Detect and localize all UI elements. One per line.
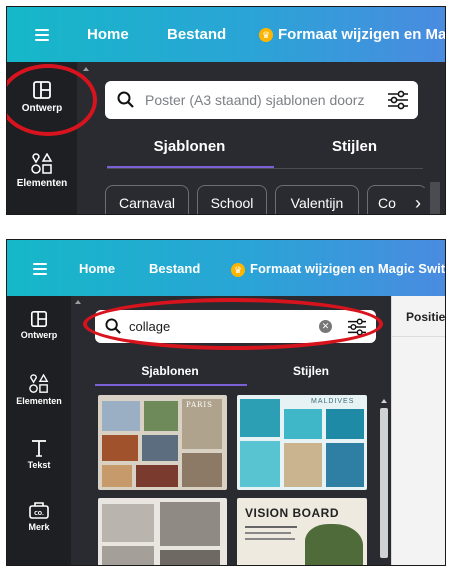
thumbnail-title: MALDIVES <box>311 398 355 405</box>
template-thumbnail-vision-board[interactable]: VISION BOARD <box>237 498 367 565</box>
resize-label: Formaat wijzigen en Magic Switch <box>250 261 446 276</box>
crown-icon: ♛ <box>259 28 273 43</box>
photo <box>284 409 322 439</box>
search-placeholder: Poster (A3 staand) sjablonen doorz <box>145 92 365 108</box>
photo <box>102 435 138 461</box>
home-menu[interactable]: Home <box>79 261 115 276</box>
rail-label: Merk <box>28 522 50 532</box>
file-menu[interactable]: Bestand <box>167 26 226 43</box>
thumbnail-title: VISION BOARD <box>245 506 340 520</box>
shapes-icon <box>31 152 53 174</box>
resize-button[interactable]: ♛ Formaat wijzigen en Magic <box>259 26 446 43</box>
chip-school[interactable]: School <box>197 185 267 214</box>
plant-illustration <box>305 524 363 565</box>
rail-item-elements[interactable]: Elementen <box>7 152 77 189</box>
tab-divider <box>107 168 423 169</box>
chip-carnaval[interactable]: Carnaval <box>105 185 189 214</box>
text-line <box>245 538 295 540</box>
photo <box>160 502 220 546</box>
highlight-ring-search <box>83 298 383 350</box>
photo <box>102 546 154 565</box>
rail-item-brand[interactable]: CO. Merk <box>7 500 71 532</box>
layout-icon <box>30 310 48 328</box>
scroll-up-arrow-icon[interactable] <box>83 67 89 71</box>
template-thumbnail-paris[interactable]: PARIS <box>98 395 227 490</box>
photo <box>240 399 280 437</box>
photo <box>144 401 178 431</box>
rail-label: Ontwerp <box>20 330 58 340</box>
top-bar: Home Bestand ♛ Formaat wijzigen en Magic … <box>7 240 445 296</box>
chip-valentijn[interactable]: Valentijn <box>275 185 359 214</box>
resize-button[interactable]: ♛ Formaat wijzigen en Magic Switch <box>231 261 446 277</box>
photo <box>102 465 132 487</box>
chevron-right-icon[interactable]: › <box>407 188 429 214</box>
photo <box>160 550 220 565</box>
search-box[interactable]: Poster (A3 staand) sjablonen doorz <box>105 81 418 119</box>
tab-templates[interactable]: Sjablonen <box>95 364 245 378</box>
scrollbar[interactable] <box>430 182 440 214</box>
crown-icon: ♛ <box>231 262 245 277</box>
file-menu[interactable]: Bestand <box>149 261 200 276</box>
templates-panel: Poster (A3 staand) sjablonen doorz Sjabl… <box>77 62 445 214</box>
active-tab-indicator <box>95 384 247 386</box>
tab-styles[interactable]: Stijlen <box>272 138 437 155</box>
photo <box>326 409 364 439</box>
photo <box>284 443 322 487</box>
photo <box>142 435 178 461</box>
brand-kit-icon: CO. <box>29 502 49 519</box>
template-thumbnail-travel[interactable] <box>98 498 227 565</box>
filter-sliders-icon <box>388 90 408 110</box>
text-icon <box>32 440 46 457</box>
thumbnail-title: PARIS <box>186 401 213 409</box>
tab-templates[interactable]: Sjablonen <box>107 138 272 155</box>
menu-icon[interactable] <box>35 29 49 41</box>
photo <box>182 453 222 487</box>
position-button[interactable]: Positie <box>406 310 445 324</box>
svg-text:CO.: CO. <box>34 511 44 517</box>
chip-label: Co <box>378 195 396 211</box>
rail-label: Tekst <box>27 460 51 470</box>
shapes-icon <box>29 373 49 393</box>
menu-icon[interactable] <box>33 263 47 275</box>
scroll-up-arrow-icon[interactable] <box>381 399 387 403</box>
scroll-up-arrow-icon[interactable] <box>75 300 81 304</box>
photo <box>102 504 154 542</box>
rail-label: Elementen <box>16 178 68 189</box>
left-rail: Ontwerp Elementen Tekst CO. Merk <box>7 296 71 565</box>
photo <box>136 465 178 487</box>
rail-item-design[interactable]: Ontwerp <box>7 310 71 340</box>
top-bar: Home Bestand ♛ Formaat wijzigen en Magic <box>7 7 445 62</box>
rail-item-text[interactable]: Tekst <box>7 438 71 470</box>
filter-button[interactable] <box>378 81 418 119</box>
scrollbar-thumb[interactable] <box>380 408 388 558</box>
photo <box>326 443 364 487</box>
tab-styles[interactable]: Stijlen <box>245 364 377 378</box>
home-menu[interactable]: Home <box>87 26 129 43</box>
template-thumbnail-maldives[interactable]: MALDIVES <box>237 395 367 490</box>
rail-item-elements[interactable]: Elementen <box>7 373 71 406</box>
text-line <box>245 532 291 534</box>
photo <box>240 441 280 487</box>
search-icon <box>117 91 134 108</box>
screenshot-top: Home Bestand ♛Formaat wijzigen en Magic … <box>6 6 446 215</box>
editor-side-panel: Positie <box>391 296 445 565</box>
screenshot-bottom: Home Bestand ♛ Formaat wijzigen en Magic … <box>6 239 446 566</box>
text-line <box>245 526 297 528</box>
divider <box>392 336 445 337</box>
photo <box>102 401 140 431</box>
resize-label: Formaat wijzigen en Magic <box>278 26 446 43</box>
rail-label: Elementen <box>16 396 62 406</box>
